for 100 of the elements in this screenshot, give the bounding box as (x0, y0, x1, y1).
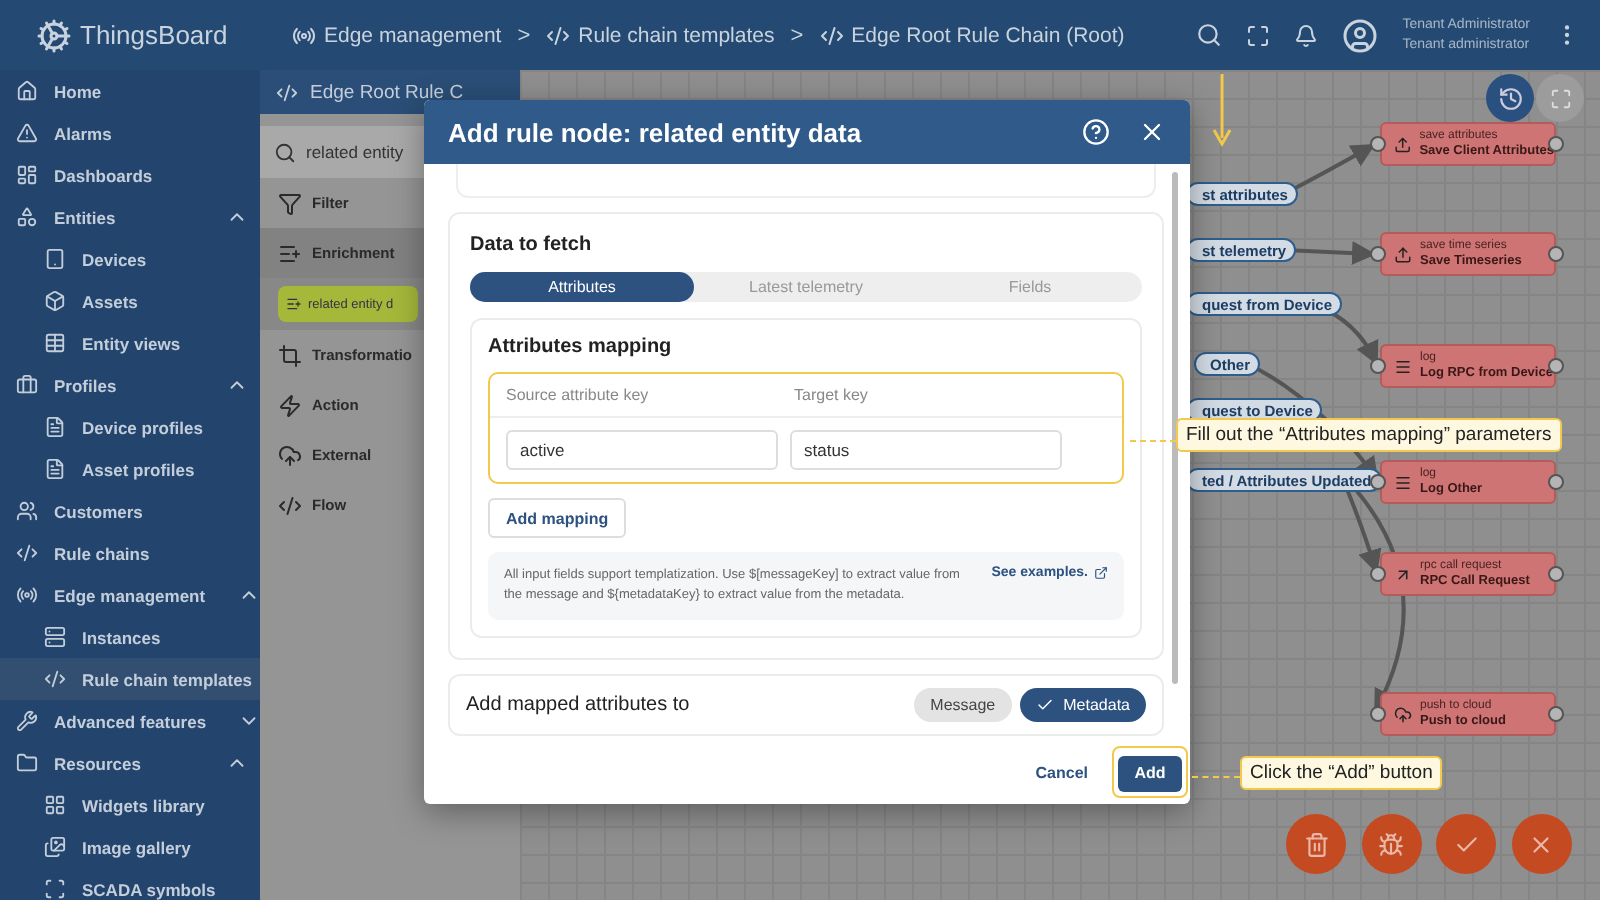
connection-port[interactable] (1548, 246, 1564, 262)
lines-icon (1394, 473, 1412, 491)
home-icon (16, 80, 38, 102)
sidebar-item[interactable]: Dashboards (0, 154, 260, 196)
upload-icon (1394, 135, 1412, 153)
breadcrumb-link[interactable]: Edge management (292, 23, 502, 47)
tab[interactable]: Attributes (470, 272, 694, 302)
sidebar-item[interactable]: Advanced features (0, 700, 260, 742)
sidebar-item[interactable]: Profiles (0, 364, 260, 406)
check-icon (1035, 696, 1054, 714)
box-icon (44, 290, 66, 312)
upload-icon (1394, 245, 1412, 263)
breadcrumb-link[interactable]: Edge Root Rule Chain (Root) (819, 23, 1125, 47)
connection-port[interactable] (1548, 358, 1564, 374)
sidebar-subitem[interactable]: Devices (0, 238, 260, 280)
sidebar-item[interactable]: Alarms (0, 112, 260, 154)
breadcrumb-separator: > (517, 23, 531, 47)
connection-port[interactable] (1370, 566, 1386, 582)
connection-port[interactable] (1548, 566, 1564, 582)
bug-icon (1378, 831, 1404, 857)
tablet-icon (44, 248, 66, 270)
sidebar-item[interactable]: Customers (0, 490, 260, 532)
sidebar-subitem[interactable]: Instances (0, 616, 260, 658)
list-plus-icon (278, 241, 302, 265)
list-plus-icon (286, 296, 302, 312)
connection-port[interactable] (1548, 706, 1564, 722)
code-icon (276, 81, 298, 103)
scrollbar[interactable] (1172, 172, 1178, 684)
antenna-icon (16, 584, 38, 606)
search-icon[interactable] (1196, 22, 1223, 48)
library-title: Edge Root Rule C (310, 81, 464, 103)
callout: Fill out the “Attributes mapping” parameters (1176, 418, 1562, 452)
users-icon (16, 500, 38, 522)
close-icon (1528, 831, 1554, 857)
sidebar-subitem[interactable]: Rule chain templates (0, 658, 260, 700)
pointer-arrow (1212, 74, 1232, 148)
delete-button[interactable] (1286, 814, 1346, 874)
trash-icon (1303, 831, 1329, 857)
code-icon (16, 542, 38, 564)
help-icon[interactable] (1082, 118, 1110, 146)
sidebar-subitem[interactable]: Asset profiles (0, 448, 260, 490)
card-title: Attributes mapping (488, 336, 674, 358)
history-icon (1497, 85, 1523, 111)
shapes-icon (16, 206, 38, 228)
sidebar-subitem[interactable]: Device profiles (0, 406, 260, 448)
check-icon (1453, 831, 1479, 857)
sidebar-item[interactable]: Edge management (0, 574, 260, 616)
option-chip[interactable]: Metadata (1019, 688, 1146, 722)
antenna-icon (292, 23, 316, 47)
filter-icon (278, 191, 302, 215)
lightning-icon (278, 393, 302, 417)
column-header: Source attribute key (506, 386, 651, 404)
sidebar-subitem[interactable]: Entity views (0, 322, 260, 364)
document-icon (44, 416, 66, 438)
add-button[interactable]: Add (1118, 755, 1182, 792)
connection-port[interactable] (1370, 706, 1386, 722)
code-icon (546, 23, 571, 47)
cancel-button[interactable]: Cancel (1023, 761, 1100, 783)
bell-icon[interactable] (1294, 23, 1319, 47)
input-field[interactable]: active (506, 430, 778, 470)
debug-button[interactable] (1361, 814, 1421, 874)
breadcrumb-separator: > (790, 23, 804, 47)
history-button[interactable] (1486, 74, 1534, 122)
sidebar-item[interactable]: Resources (0, 742, 260, 784)
scan-icon (44, 878, 66, 900)
breadcrumb-link[interactable]: Rule chain templates (546, 23, 775, 47)
sidebar-subitem[interactable]: SCADA symbols (0, 868, 260, 900)
target-label: Add mapped attributes to (466, 694, 692, 716)
server-icon (44, 626, 66, 648)
sidebar-subitem[interactable]: Widgets library (0, 784, 260, 826)
sidebar-subitem[interactable]: Assets (0, 280, 260, 322)
connection-port[interactable] (1370, 358, 1386, 374)
dashboard-icon (16, 164, 38, 186)
logo-text: ThingsBoard (80, 20, 228, 50)
fullscreen-icon[interactable] (1246, 23, 1271, 47)
sidebar-item[interactable]: Rule chains (0, 532, 260, 574)
connection-port[interactable] (1370, 246, 1386, 262)
cloud-upload-icon (1394, 705, 1412, 723)
lines-icon (1394, 357, 1412, 375)
connection-port[interactable] (1548, 474, 1564, 490)
document-icon (44, 458, 66, 480)
folder-icon (16, 752, 38, 774)
close-icon[interactable] (1138, 118, 1166, 146)
logo-icon (36, 17, 72, 53)
sidebar-item[interactable]: Home (0, 70, 260, 112)
connection-port[interactable] (1370, 136, 1386, 152)
code-icon (819, 23, 844, 47)
sidebar-subitem[interactable]: Image gallery (0, 826, 260, 868)
option-chip[interactable]: Message (914, 688, 1012, 722)
fullscreen-icon (1549, 87, 1571, 109)
add-mapping-button[interactable]: Add mapping (488, 498, 627, 538)
arrow-icon (1394, 565, 1412, 583)
external-link-icon (1094, 566, 1108, 580)
avatar-icon[interactable] (1342, 17, 1379, 53)
grid-icon (44, 794, 66, 816)
code-icon (278, 493, 302, 517)
close-button[interactable] (1511, 814, 1571, 874)
input-field[interactable]: status (790, 430, 1062, 470)
warning-icon (16, 122, 38, 144)
sidebar-item[interactable]: Entities (0, 196, 260, 238)
